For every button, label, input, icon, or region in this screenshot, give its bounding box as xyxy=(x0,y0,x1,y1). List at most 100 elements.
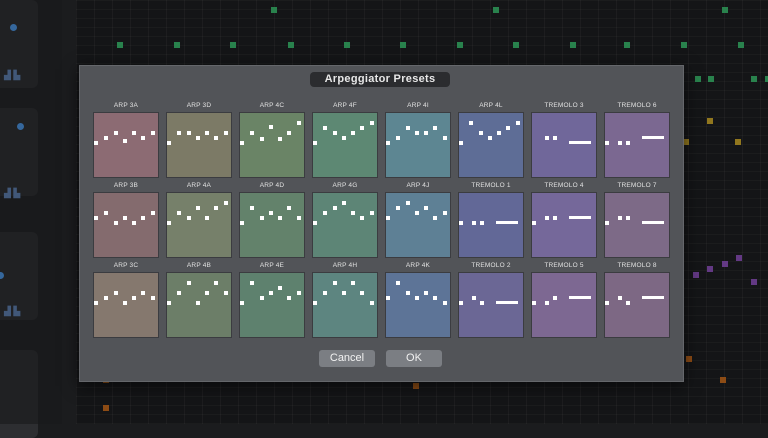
preset-pattern-thumbnail[interactable] xyxy=(166,192,232,258)
pattern-step xyxy=(360,126,364,130)
pattern-step xyxy=(250,131,254,135)
pattern-step xyxy=(177,291,181,295)
preset-tile[interactable]: TREMOLO 1 xyxy=(458,181,524,258)
pattern-step xyxy=(240,301,244,305)
pattern-step xyxy=(177,211,181,215)
preset-pattern-thumbnail[interactable] xyxy=(93,192,159,258)
preset-tile[interactable]: ARP 3A xyxy=(93,101,159,178)
preset-label: ARP 4K xyxy=(405,262,431,269)
pattern-step xyxy=(433,216,437,220)
preset-pattern-thumbnail[interactable] xyxy=(531,192,597,258)
preset-pattern-thumbnail[interactable] xyxy=(312,192,378,258)
preset-tile[interactable]: TREMOLO 6 xyxy=(604,101,670,178)
ok-button[interactable]: OK xyxy=(386,350,442,367)
pattern-step xyxy=(532,221,536,225)
pattern-step xyxy=(626,301,630,305)
preset-label: ARP 4A xyxy=(186,182,212,189)
preset-tile[interactable]: ARP 4F xyxy=(312,101,378,178)
pattern-step xyxy=(480,301,484,305)
preset-pattern-thumbnail[interactable] xyxy=(93,272,159,338)
pattern-step xyxy=(618,141,622,145)
pattern-step xyxy=(618,296,622,300)
pattern-step xyxy=(167,141,171,145)
preset-tile[interactable]: ARP 4K xyxy=(385,261,451,338)
pattern-step xyxy=(459,141,463,145)
pattern-step xyxy=(104,211,108,215)
preset-pattern-thumbnail[interactable] xyxy=(458,112,524,178)
preset-tile[interactable]: ARP 4I xyxy=(385,101,451,178)
pattern-step xyxy=(396,136,400,140)
preset-tile[interactable]: ARP 4B xyxy=(166,261,232,338)
preset-label: ARP 3B xyxy=(113,182,139,189)
pattern-sustain xyxy=(496,301,518,304)
preset-tile[interactable]: TREMOLO 2 xyxy=(458,261,524,338)
pattern-step xyxy=(132,221,136,225)
preset-pattern-thumbnail[interactable] xyxy=(604,272,670,338)
preset-tile[interactable]: ARP 4D xyxy=(239,181,305,258)
preset-pattern-thumbnail[interactable] xyxy=(385,272,451,338)
preset-pattern-thumbnail[interactable] xyxy=(531,272,597,338)
preset-pattern-thumbnail[interactable] xyxy=(531,112,597,178)
preset-tile[interactable]: TREMOLO 7 xyxy=(604,181,670,258)
pattern-step xyxy=(187,131,191,135)
preset-tile[interactable]: ARP 4C xyxy=(239,101,305,178)
pattern-step xyxy=(196,136,200,140)
preset-label: TREMOLO 6 xyxy=(617,102,657,109)
pattern-step xyxy=(240,141,244,145)
pattern-step xyxy=(167,221,171,225)
preset-pattern-thumbnail[interactable] xyxy=(312,272,378,338)
preset-tile[interactable]: TREMOLO 5 xyxy=(531,261,597,338)
pattern-sustain xyxy=(569,296,591,299)
pattern-step xyxy=(351,131,355,135)
preset-pattern-thumbnail[interactable] xyxy=(458,272,524,338)
preset-pattern-thumbnail[interactable] xyxy=(239,272,305,338)
pattern-step xyxy=(260,137,264,141)
pattern-step xyxy=(342,291,346,295)
preset-tile[interactable]: ARP 4J xyxy=(385,181,451,258)
preset-tile[interactable]: ARP 3C xyxy=(93,261,159,338)
preset-pattern-thumbnail[interactable] xyxy=(604,192,670,258)
pattern-step xyxy=(260,296,264,300)
preset-label: ARP 4D xyxy=(259,182,285,189)
pattern-step xyxy=(214,136,218,140)
preset-label: ARP 3A xyxy=(113,102,139,109)
pattern-step xyxy=(141,136,145,140)
preset-tile[interactable]: TREMOLO 4 xyxy=(531,181,597,258)
pattern-step xyxy=(196,301,200,305)
preset-tile[interactable]: TREMOLO 3 xyxy=(531,101,597,178)
pattern-step xyxy=(605,301,609,305)
preset-tile[interactable]: ARP 4E xyxy=(239,261,305,338)
preset-pattern-thumbnail[interactable] xyxy=(312,112,378,178)
pattern-step xyxy=(123,139,127,143)
preset-tile[interactable]: ARP 3B xyxy=(93,181,159,258)
preset-pattern-thumbnail[interactable] xyxy=(239,112,305,178)
pattern-step xyxy=(424,131,428,135)
pattern-step xyxy=(260,216,264,220)
pattern-step xyxy=(123,216,127,220)
pattern-step xyxy=(626,141,630,145)
preset-label: TREMOLO 8 xyxy=(617,262,657,269)
cancel-button[interactable]: Cancel xyxy=(319,350,375,367)
preset-tile[interactable]: ARP 4H xyxy=(312,261,378,338)
preset-label: ARP 3D xyxy=(186,102,212,109)
preset-label: ARP 4H xyxy=(332,262,358,269)
preset-pattern-thumbnail[interactable] xyxy=(458,192,524,258)
pattern-step xyxy=(415,131,419,135)
preset-tile[interactable]: ARP 4G xyxy=(312,181,378,258)
pattern-step xyxy=(297,216,301,220)
pattern-step xyxy=(313,221,317,225)
preset-pattern-thumbnail[interactable] xyxy=(93,112,159,178)
pattern-step xyxy=(323,211,327,215)
preset-pattern-thumbnail[interactable] xyxy=(604,112,670,178)
preset-pattern-thumbnail[interactable] xyxy=(239,192,305,258)
preset-tile[interactable]: ARP 4A xyxy=(166,181,232,258)
preset-pattern-thumbnail[interactable] xyxy=(385,192,451,258)
preset-tile[interactable]: TREMOLO 8 xyxy=(604,261,670,338)
preset-tile[interactable]: ARP 4L xyxy=(458,101,524,178)
preset-pattern-thumbnail[interactable] xyxy=(166,272,232,338)
pattern-step xyxy=(269,125,273,129)
preset-pattern-thumbnail[interactable] xyxy=(385,112,451,178)
pattern-step xyxy=(104,136,108,140)
preset-pattern-thumbnail[interactable] xyxy=(166,112,232,178)
preset-tile[interactable]: ARP 3D xyxy=(166,101,232,178)
